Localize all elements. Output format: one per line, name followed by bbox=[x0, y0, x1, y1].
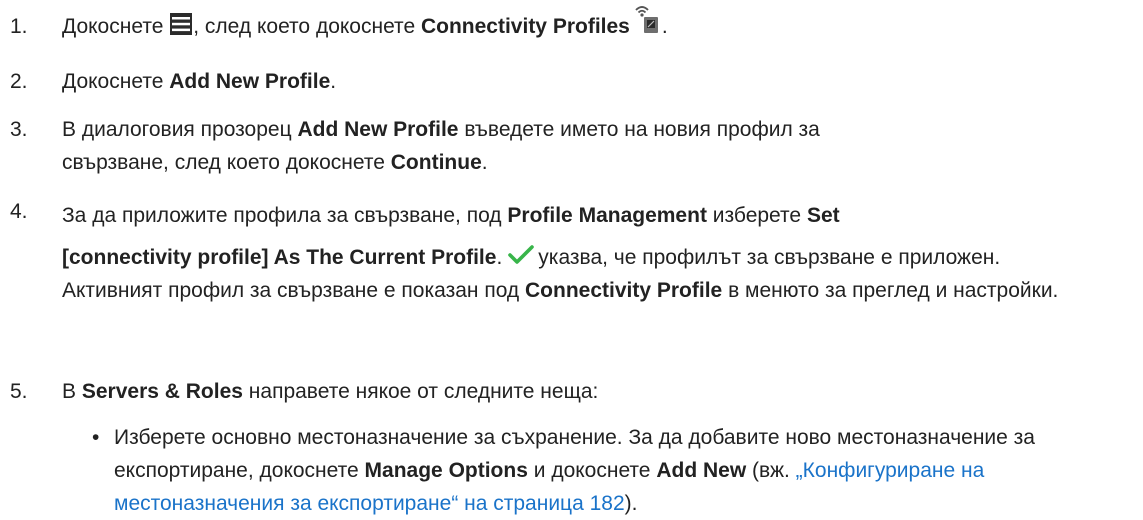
ui-term-add-new: Add New bbox=[656, 459, 747, 482]
step-text-segment: , след което докоснете bbox=[193, 15, 416, 38]
step-number: 1. bbox=[10, 15, 28, 38]
step-text: В Servers & Roles направете някое от сле… bbox=[62, 375, 1130, 408]
step-text: Докоснете Add New Profile. bbox=[62, 65, 1130, 98]
step-text-segment: В диалоговия прозорец bbox=[62, 118, 292, 141]
step-text-segment: . bbox=[661, 15, 668, 38]
connectivity-profiles-icon bbox=[632, 3, 662, 35]
step-text-segment: За да приложите профила за свързване, по… bbox=[62, 204, 502, 227]
step-text: В диалоговия прозорец Add New Profile въ… bbox=[62, 113, 922, 179]
step-2: 2. Докоснете Add New Profile. bbox=[0, 65, 1130, 98]
document-page: 1. Докоснете , след което докоснете Conn… bbox=[0, 0, 1143, 518]
ui-term-set-current-profile: [connectivity profile] As The Current Pr… bbox=[62, 246, 497, 269]
ui-term-connectivity-profiles: Connectivity Profiles bbox=[420, 15, 630, 38]
bullet-text-segment: ). bbox=[624, 492, 638, 515]
ui-term-add-new-profile: Add New Profile bbox=[297, 118, 459, 141]
step-text: За да приложите профила за свързване, по… bbox=[62, 195, 1092, 307]
step-number: 2. bbox=[10, 70, 28, 93]
step-text-segment: В bbox=[62, 380, 77, 403]
step-text-segment: . bbox=[481, 151, 488, 174]
step-line: За да приложите профила за свързване, по… bbox=[62, 195, 1092, 237]
step-line: [connectivity profile] As The Current Pr… bbox=[62, 241, 1092, 307]
step-text-segment: . bbox=[330, 70, 337, 93]
ui-term-profile-management: Profile Management bbox=[507, 204, 707, 227]
bullet-text-segment: и докоснете bbox=[533, 459, 651, 482]
step-text: Докоснете , след което докоснете Connect… bbox=[62, 6, 1130, 43]
step-text-segment: . bbox=[496, 246, 503, 269]
bullet-item: • Изберете основно местоназначение за съ… bbox=[0, 421, 1143, 520]
step-text-segment: изберете bbox=[712, 204, 802, 227]
step-text-segment: Докоснете bbox=[62, 15, 164, 38]
checkmark-icon bbox=[508, 243, 535, 265]
step-3: 3. В диалоговия прозорец Add New Profile… bbox=[0, 113, 1130, 179]
ui-term-set: Set bbox=[806, 204, 840, 227]
ui-term-connectivity-profile: Connectivity Profile bbox=[525, 279, 723, 302]
hamburger-menu-icon bbox=[170, 12, 193, 36]
step-text-segment: в менюто за преглед и настройки. bbox=[728, 279, 1059, 302]
step-1: 1. Докоснете , след което докоснете Conn… bbox=[0, 6, 1130, 43]
bullet-text: Изберете основно местоназначение за съхр… bbox=[114, 421, 1139, 520]
step-number: 4. bbox=[10, 200, 28, 223]
step-5: 5. В Servers & Roles направете някое от … bbox=[0, 375, 1130, 408]
step-4: 4. За да приложите профила за свързване,… bbox=[0, 195, 1130, 307]
step-text-segment: Докоснете bbox=[62, 70, 164, 93]
ui-term-servers-roles: Servers & Roles bbox=[81, 380, 243, 403]
step-number: 5. bbox=[10, 380, 28, 403]
bullet-marker: • bbox=[92, 426, 100, 449]
step-text-segment: направете някое от следните неща: bbox=[248, 380, 599, 403]
step-number: 3. bbox=[10, 118, 28, 141]
ui-term-continue: Continue bbox=[390, 151, 482, 174]
ui-term-manage-options: Manage Options bbox=[364, 459, 528, 482]
ui-term-add-new-profile: Add New Profile bbox=[169, 70, 331, 93]
bullet-text-segment: (вж. bbox=[752, 459, 790, 482]
